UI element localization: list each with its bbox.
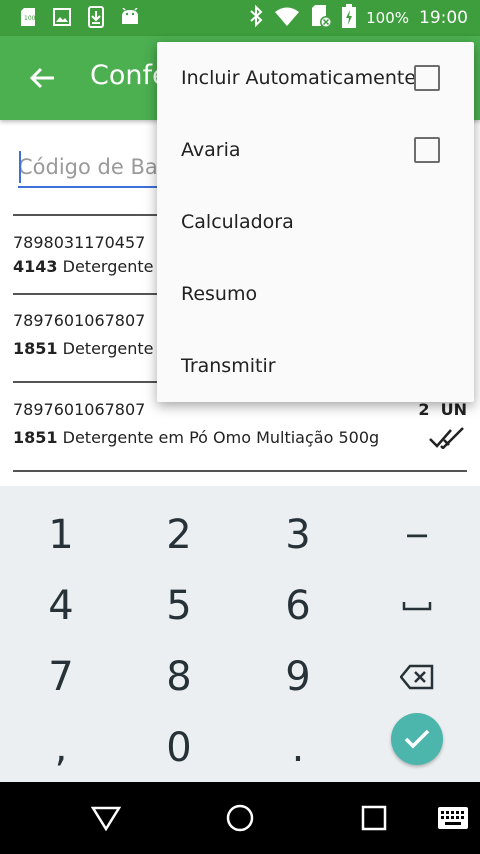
no-sim-icon — [310, 4, 333, 32]
android-icon — [120, 6, 140, 28]
home-circle-icon — [226, 804, 254, 832]
menu-item-calculadora[interactable]: Calculadora — [157, 186, 474, 258]
key-2[interactable]: 2 — [119, 500, 239, 570]
screen: 100 100% 19:00 Confe Código de Barras 78… — [0, 0, 480, 854]
key-7[interactable]: 7 — [1, 642, 121, 712]
backspace-icon — [400, 664, 434, 690]
item-barcode: 7897601067807 — [13, 400, 146, 419]
key-3[interactable]: 3 — [238, 500, 358, 570]
svg-text:100: 100 — [24, 15, 35, 22]
avaria-checkbox[interactable] — [414, 137, 440, 163]
sim-icon: 100 — [18, 6, 38, 28]
key-minus[interactable]: − — [357, 500, 477, 570]
bluetooth-icon — [248, 4, 264, 31]
key-8[interactable]: 8 — [119, 642, 239, 712]
nav-keyboard-button[interactable] — [432, 782, 474, 854]
menu-item-transmitir[interactable]: Transmitir — [157, 330, 474, 402]
arrow-back-icon — [29, 67, 54, 89]
checkmark-icon — [404, 729, 430, 749]
wifi-icon — [274, 6, 300, 30]
item-description: 1851 Detergente em Pó Omo Multiação 500g — [13, 428, 380, 447]
key-space[interactable] — [357, 571, 477, 641]
key-0[interactable]: 0 — [119, 713, 239, 783]
clock: 19:00 — [419, 8, 468, 28]
status-bar: 100 100% 19:00 — [0, 0, 480, 36]
item-product-code: 1851 — [13, 428, 58, 447]
menu-item-label: Incluir Automaticamente — [181, 67, 417, 89]
key-1[interactable]: 1 — [1, 500, 121, 570]
item-product-code: 1851 — [13, 339, 58, 358]
key-comma[interactable]: , — [1, 713, 121, 783]
nav-home-button[interactable] — [210, 782, 270, 854]
item-product-code: 4143 — [13, 257, 58, 276]
battery-level: 100% — [366, 9, 409, 27]
menu-item-incluir-automaticamente[interactable]: Incluir Automaticamente — [157, 42, 474, 114]
key-6[interactable]: 6 — [238, 571, 358, 641]
menu-item-avaria[interactable]: Avaria — [157, 114, 474, 186]
key-5[interactable]: 5 — [119, 571, 239, 641]
incluir-automaticamente-checkbox[interactable] — [414, 65, 440, 91]
back-triangle-icon — [91, 806, 121, 831]
text-cursor — [19, 151, 21, 183]
keyboard-icon — [438, 807, 468, 829]
download-icon — [86, 6, 106, 28]
list-item[interactable]: 7897601067807 2 UN 1851 Detergente em Pó… — [13, 400, 467, 460]
double-check-icon — [429, 427, 464, 449]
key-4[interactable]: 4 — [1, 571, 121, 641]
numeric-keyboard: 1 2 3 − 4 5 6 7 8 9 , 0 . — [0, 486, 480, 782]
image-icon — [52, 6, 72, 28]
recents-square-icon — [361, 805, 387, 831]
battery-charging-icon — [342, 4, 357, 32]
menu-item-label: Calculadora — [181, 211, 294, 233]
nav-recents-button[interactable] — [344, 782, 404, 854]
space-icon — [402, 602, 432, 611]
menu-item-label: Avaria — [181, 139, 241, 161]
nav-back-button[interactable] — [76, 782, 136, 854]
back-button[interactable] — [22, 58, 62, 98]
overflow-menu: Incluir Automaticamente Avaria Calculado… — [157, 42, 474, 402]
key-backspace[interactable] — [357, 642, 477, 712]
menu-item-label: Resumo — [181, 283, 258, 305]
menu-item-resumo[interactable]: Resumo — [157, 258, 474, 330]
menu-item-label: Transmitir — [181, 355, 276, 377]
confirm-button[interactable] — [391, 713, 443, 765]
key-period[interactable]: . — [238, 713, 358, 783]
navigation-bar — [0, 782, 480, 854]
list-divider — [13, 470, 467, 472]
key-9[interactable]: 9 — [238, 642, 358, 712]
item-quantity: 2 UN — [418, 400, 467, 419]
